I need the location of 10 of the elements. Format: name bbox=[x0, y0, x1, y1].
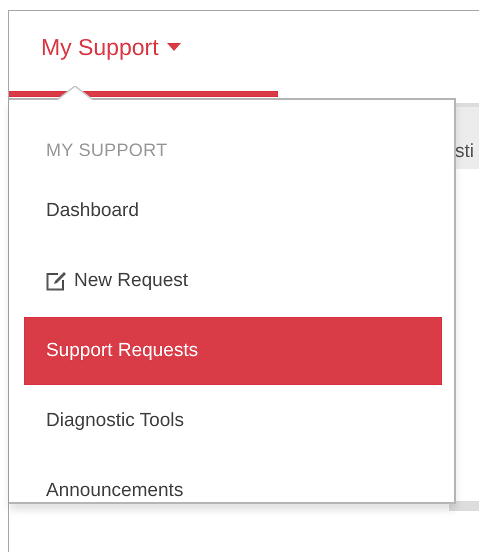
edit-icon bbox=[46, 271, 68, 291]
menu-item[interactable]: Support Requests bbox=[24, 317, 442, 385]
page-background-panel bbox=[449, 501, 479, 511]
partial-label: sti bbox=[455, 141, 474, 163]
caret-icon bbox=[166, 43, 181, 51]
menu-item[interactable]: New Request bbox=[24, 247, 442, 315]
menu-item[interactable]: Diagnostic Tools bbox=[24, 387, 442, 455]
menu-header: MY SUPPORT bbox=[45, 139, 168, 162]
menu-item[interactable]: Announcements bbox=[24, 457, 442, 525]
menu-item[interactable]: Dashboard bbox=[24, 177, 442, 245]
